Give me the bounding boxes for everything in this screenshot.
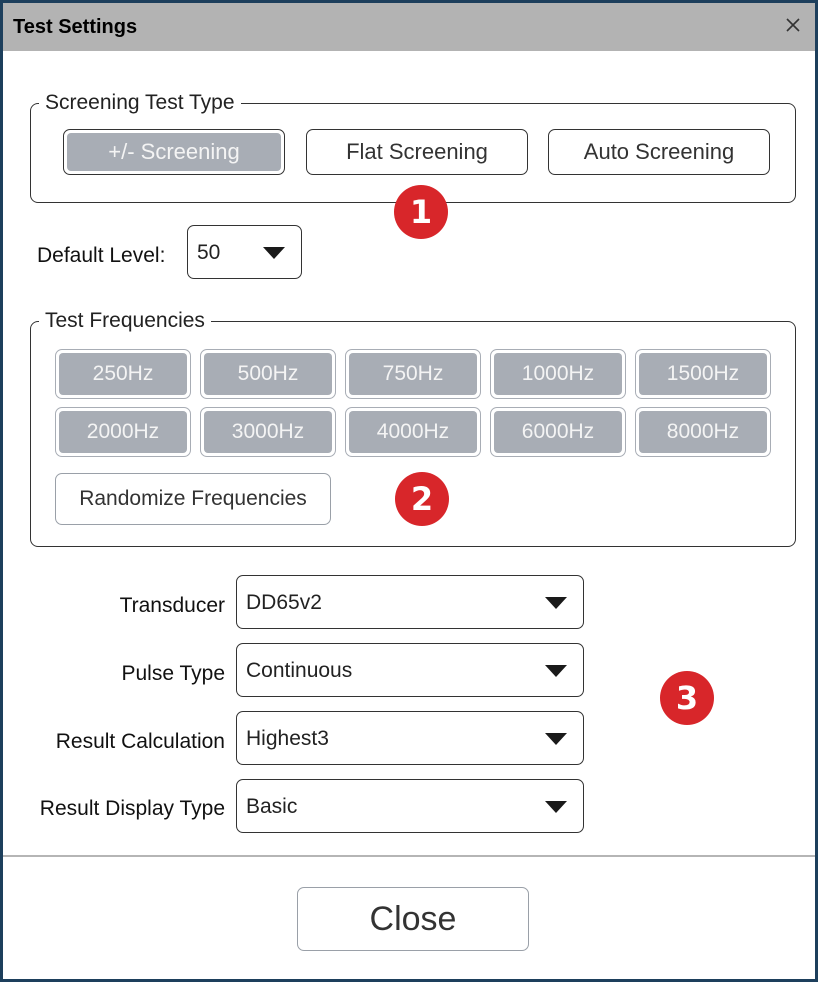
freq-label: 750Hz <box>349 353 477 395</box>
marker-3: 3 <box>660 671 714 725</box>
result-display-type-value: Basic <box>246 795 298 818</box>
default-level-dropdown[interactable]: 50 <box>187 225 302 279</box>
freq-label: 250Hz <box>59 353 187 395</box>
transducer-dropdown[interactable]: DD65v2 <box>236 575 584 629</box>
chevron-down-icon <box>261 246 287 260</box>
chevron-down-icon <box>543 800 569 814</box>
freq-250hz-button[interactable]: 250Hz <box>55 349 191 399</box>
freq-750hz-button[interactable]: 750Hz <box>345 349 481 399</box>
pulse-type-label: Pulse Type <box>121 662 225 685</box>
footer-divider <box>3 855 815 857</box>
freq-2000hz-button[interactable]: 2000Hz <box>55 407 191 457</box>
freq-label: 2000Hz <box>59 411 187 453</box>
result-calculation-value: Highest3 <box>246 727 329 750</box>
pulse-type-value: Continuous <box>246 659 353 682</box>
freq-8000hz-button[interactable]: 8000Hz <box>635 407 771 457</box>
result-display-type-label: Result Display Type <box>39 797 225 820</box>
freq-label: 3000Hz <box>204 411 332 453</box>
freq-label: 6000Hz <box>494 411 622 453</box>
auto-screening-button[interactable]: Auto Screening <box>548 129 770 175</box>
marker-1: 1 <box>394 185 448 239</box>
screening-test-type-legend: Screening Test Type <box>45 91 235 114</box>
chevron-down-icon <box>543 664 569 678</box>
pm-screening-button[interactable]: +/- Screening <box>63 129 285 175</box>
test-settings-dialog: Test Settings Screening Test Type +/- Sc… <box>0 0 818 982</box>
chevron-down-icon <box>543 732 569 746</box>
default-level-value: 50 <box>197 241 221 264</box>
freq-label: 1000Hz <box>494 353 622 395</box>
pulse-type-dropdown[interactable]: Continuous <box>236 643 584 697</box>
result-calculation-dropdown[interactable]: Highest3 <box>236 711 584 765</box>
marker-2: 2 <box>395 472 449 526</box>
randomize-frequencies-button[interactable]: Randomize Frequencies <box>55 473 331 525</box>
freq-label: 500Hz <box>204 353 332 395</box>
close-icon[interactable] <box>781 13 805 37</box>
freq-6000hz-button[interactable]: 6000Hz <box>490 407 626 457</box>
title-bar: Test Settings <box>3 3 815 51</box>
dialog-title: Test Settings <box>13 16 138 38</box>
result-display-type-dropdown[interactable]: Basic <box>236 779 584 833</box>
close-button[interactable]: Close <box>297 887 529 951</box>
test-frequencies-legend: Test Frequencies <box>45 309 205 332</box>
flat-screening-button[interactable]: Flat Screening <box>306 129 528 175</box>
freq-500hz-button[interactable]: 500Hz <box>200 349 336 399</box>
transducer-value: DD65v2 <box>246 591 322 614</box>
freq-3000hz-button[interactable]: 3000Hz <box>200 407 336 457</box>
freq-label: 8000Hz <box>639 411 767 453</box>
freq-1500hz-button[interactable]: 1500Hz <box>635 349 771 399</box>
chevron-down-icon <box>543 596 569 610</box>
pm-screening-label: +/- Screening <box>67 133 281 171</box>
result-calculation-label: Result Calculation <box>55 730 225 753</box>
freq-1000hz-button[interactable]: 1000Hz <box>490 349 626 399</box>
transducer-label: Transducer <box>119 594 225 617</box>
freq-label: 1500Hz <box>639 353 767 395</box>
default-level-label: Default Level: <box>37 244 166 267</box>
freq-label: 4000Hz <box>349 411 477 453</box>
freq-4000hz-button[interactable]: 4000Hz <box>345 407 481 457</box>
